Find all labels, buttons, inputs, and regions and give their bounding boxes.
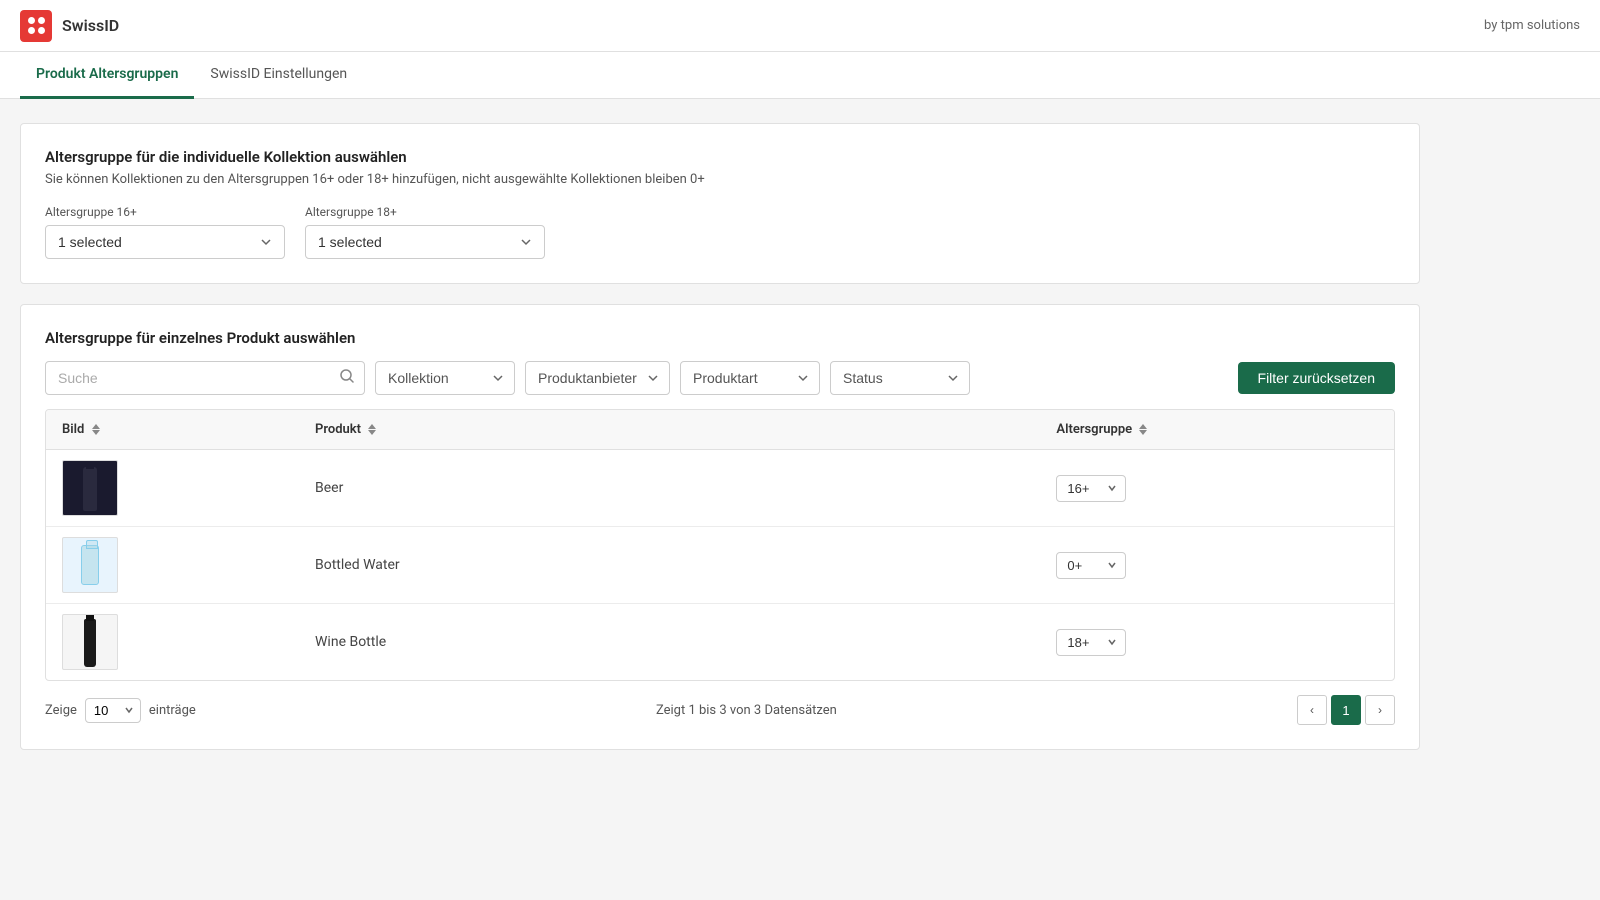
search-input[interactable] [45, 361, 365, 395]
next-page-button[interactable]: › [1365, 695, 1395, 725]
wine-bottle-shape [84, 619, 96, 667]
table-header-row: Bild Produkt [46, 410, 1394, 450]
product-image-water [62, 537, 118, 593]
sort-down-icon [92, 430, 100, 435]
table-row: Wine Bottle 0+ 16+ 18+ [46, 604, 1394, 681]
dropdown-18plus[interactable]: 1 selected [305, 225, 545, 259]
sort-up-icon [368, 424, 376, 429]
header-left: SwissID [20, 10, 119, 42]
dropdown-group-18: Altersgruppe 18+ 1 selected [305, 205, 545, 259]
age-group-select-beer[interactable]: 0+ 16+ 18+ [1056, 475, 1126, 502]
age-group-select-water[interactable]: 0+ 16+ 18+ [1056, 552, 1126, 579]
products-table: Bild Produkt [45, 409, 1395, 681]
logo-dot [38, 17, 45, 24]
beer-bottle-shape [83, 467, 97, 511]
cell-product-name: Beer [299, 450, 1040, 527]
logo-dots [28, 17, 45, 34]
filter-row: Kollektion Produktanbieter Produktart St… [45, 361, 1395, 395]
age-group-select-wine[interactable]: 0+ 16+ 18+ [1056, 629, 1126, 656]
tab-swissid-einstellungen[interactable]: SwissID Einstellungen [194, 52, 363, 99]
product-image-beer [62, 460, 118, 516]
entries-label: einträge [149, 703, 196, 718]
per-page-select[interactable]: 10 25 50 100 [85, 698, 141, 723]
sort-down-icon [1139, 430, 1147, 435]
col-bild: Bild [46, 410, 299, 450]
main-content: Altersgruppe für die individuelle Kollek… [0, 99, 1440, 794]
section1-title: Altersgruppe für die individuelle Kollek… [45, 148, 1395, 166]
col-produkt: Produkt [299, 410, 1040, 450]
sort-icon-altersgruppe [1139, 424, 1147, 435]
product-image-wine [62, 614, 118, 670]
filter-reset-button[interactable]: Filter zurücksetzen [1238, 362, 1395, 394]
filter-produktanbieter[interactable]: Produktanbieter [525, 361, 670, 395]
cell-image [46, 527, 299, 604]
sort-up-icon [92, 424, 100, 429]
section2-title: Altersgruppe für einzelnes Produkt auswä… [45, 329, 1395, 347]
search-icon [339, 368, 355, 388]
cell-age-group: 0+ 16+ 18+ [1040, 604, 1394, 681]
swissid-logo-icon [20, 10, 52, 42]
dropdown-16plus[interactable]: 1 selected [45, 225, 285, 259]
table-row: Beer 0+ 16+ 18+ [46, 450, 1394, 527]
section1-description: Sie können Kollektionen zu den Altersgru… [45, 172, 1395, 187]
sort-icon-bild [92, 424, 100, 435]
chevron-right-icon: › [1378, 703, 1382, 717]
water-bottle-shape [81, 545, 99, 585]
cell-age-group: 0+ 16+ 18+ [1040, 450, 1394, 527]
cell-image [46, 604, 299, 681]
pagination-row: Zeige 10 25 50 100 einträge Zeigt 1 bis … [45, 695, 1395, 725]
logo-dot [28, 17, 35, 24]
cell-image [46, 450, 299, 527]
filter-status[interactable]: Status [830, 361, 970, 395]
cell-age-group: 0+ 16+ 18+ [1040, 527, 1394, 604]
filter-produktart[interactable]: Produktart [680, 361, 820, 395]
sort-down-icon [368, 430, 376, 435]
header-byline: by tpm solutions [1484, 18, 1580, 33]
dropdowns-row: Altersgruppe 16+ 1 selected Altersgruppe… [45, 205, 1395, 259]
dropdown-group-16: Altersgruppe 16+ 1 selected [45, 205, 285, 259]
app-title: SwissID [62, 16, 119, 35]
col-altersgruppe: Altersgruppe [1040, 410, 1394, 450]
logo-dot [28, 27, 35, 34]
filter-kollektion[interactable]: Kollektion [375, 361, 515, 395]
logo-dot [38, 27, 45, 34]
pagination-left: Zeige 10 25 50 100 einträge [45, 698, 196, 723]
show-label: Zeige [45, 703, 77, 718]
page-1-button[interactable]: 1 [1331, 695, 1361, 725]
pagination-right: ‹ 1 › [1297, 695, 1395, 725]
chevron-left-icon: ‹ [1310, 703, 1314, 717]
sort-icon-produkt [368, 424, 376, 435]
dropdown18-label: Altersgruppe 18+ [305, 205, 545, 219]
section2-card: Altersgruppe für einzelnes Produkt auswä… [20, 304, 1420, 750]
cell-product-name: Bottled Water [299, 527, 1040, 604]
prev-page-button[interactable]: ‹ [1297, 695, 1327, 725]
search-wrapper [45, 361, 365, 395]
dropdown16-label: Altersgruppe 16+ [45, 205, 285, 219]
tab-bar: Produkt Altersgruppen SwissID Einstellun… [0, 52, 1600, 99]
tab-produkt-altersgruppen[interactable]: Produkt Altersgruppen [20, 52, 194, 99]
cell-product-name: Wine Bottle [299, 604, 1040, 681]
section1-card: Altersgruppe für die individuelle Kollek… [20, 123, 1420, 284]
pagination-summary: Zeigt 1 bis 3 von 3 Datensätzen [656, 703, 837, 718]
table-row: Bottled Water 0+ 16+ 18+ [46, 527, 1394, 604]
header: SwissID by tpm solutions [0, 0, 1600, 52]
sort-up-icon [1139, 424, 1147, 429]
